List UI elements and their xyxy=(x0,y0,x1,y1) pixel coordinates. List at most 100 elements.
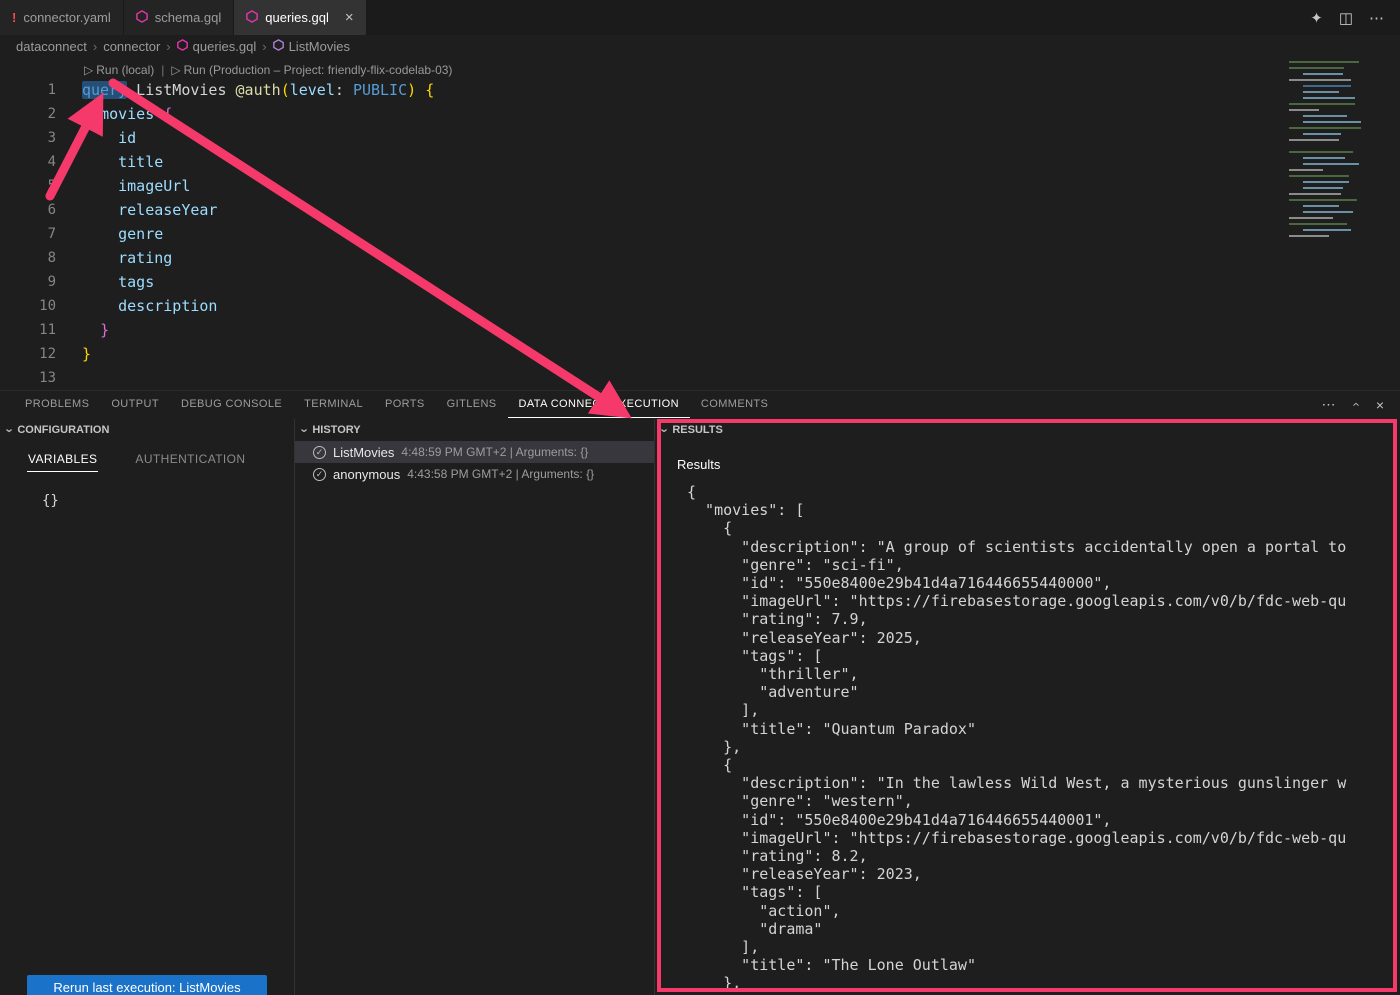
line-number: 3 xyxy=(0,126,56,150)
graphql-icon xyxy=(177,39,188,54)
chevron-down-icon: › xyxy=(659,428,672,432)
operation-symbol-icon xyxy=(273,39,284,54)
history-header[interactable]: › HISTORY xyxy=(295,419,654,441)
history-item-name: anonymous xyxy=(333,467,400,482)
chevron-down-icon: › xyxy=(299,428,312,432)
line-number: 2 xyxy=(0,102,56,126)
chevron-down-icon: › xyxy=(4,428,17,432)
code-line[interactable]: 2 movies { xyxy=(0,102,1400,126)
code-text: title xyxy=(82,150,163,174)
line-number: 7 xyxy=(0,222,56,246)
breadcrumb-queries-gql[interactable]: queries.gql xyxy=(177,39,257,54)
editor-tab-bar: ! connector.yaml schema.gql queries.gql … xyxy=(0,0,1400,35)
history-item-name: ListMovies xyxy=(333,445,394,460)
rerun-last-execution-button[interactable]: Rerun last execution: ListMovies xyxy=(27,975,267,995)
tab-label: connector.yaml xyxy=(23,10,110,25)
history-row-anonymous[interactable]: ✓ anonymous 4:43:58 PM GMT+2 | Arguments… xyxy=(295,463,654,485)
code-line[interactable]: 7 genre xyxy=(0,222,1400,246)
run-local-link[interactable]: ▷ Run (local) xyxy=(84,63,154,77)
breadcrumb-listmovies[interactable]: ListMovies xyxy=(273,39,350,54)
line-number: 5 xyxy=(0,174,56,198)
close-tab-icon[interactable]: × xyxy=(345,10,354,25)
code-text: genre xyxy=(82,222,163,246)
code-editor[interactable]: ▷ Run (local) | ▷ Run (Production – Proj… xyxy=(0,57,1400,390)
line-number: 8 xyxy=(0,246,56,270)
panel-tab-bar: PROBLEMS OUTPUT DEBUG CONSOLE TERMINAL P… xyxy=(0,391,1400,418)
tab-queries-gql[interactable]: queries.gql × xyxy=(234,0,366,35)
panel-tab-debug-console[interactable]: DEBUG CONSOLE xyxy=(170,392,293,417)
results-json-output[interactable]: { "movies": [ { "description": "A group … xyxy=(687,483,1400,993)
code-line[interactable]: 12} xyxy=(0,342,1400,366)
code-line[interactable]: 5 imageUrl xyxy=(0,174,1400,198)
configuration-section: › CONFIGURATION VARIABLES AUTHENTICATION… xyxy=(0,419,295,995)
code-text: movies { xyxy=(82,102,172,126)
history-item-meta: 4:43:58 PM GMT+2 | Arguments: {} xyxy=(407,467,594,481)
yaml-warning-icon: ! xyxy=(12,10,16,25)
close-panel-icon[interactable]: × xyxy=(1376,397,1384,413)
codelens: ▷ Run (local) | ▷ Run (Production – Proj… xyxy=(84,57,1400,78)
panel-tab-gitlens[interactable]: GITLENS xyxy=(436,392,508,417)
run-icon: ▷ xyxy=(171,63,180,77)
panel-tab-data-connect-execution[interactable]: DATA CONNECT EXECUTION xyxy=(508,392,690,418)
split-editor-icon[interactable]: ◫ xyxy=(1339,9,1353,27)
codelens-divider: | xyxy=(161,63,164,77)
line-number: 10 xyxy=(0,294,56,318)
configuration-header[interactable]: › CONFIGURATION xyxy=(0,419,294,441)
tab-label: schema.gql xyxy=(155,10,221,25)
code-text: rating xyxy=(82,246,172,270)
code-text: releaseYear xyxy=(82,198,217,222)
code-text: tags xyxy=(82,270,154,294)
panel-tab-problems[interactable]: PROBLEMS xyxy=(14,392,100,417)
tab-variables[interactable]: VARIABLES xyxy=(27,448,98,472)
tab-schema-gql[interactable]: schema.gql xyxy=(124,0,234,35)
line-number: 6 xyxy=(0,198,56,222)
line-number: 4 xyxy=(0,150,56,174)
code-text: imageUrl xyxy=(82,174,190,198)
code-text: query ListMovies @auth(level: PUBLIC) { xyxy=(82,78,434,102)
panel-tab-output[interactable]: OUTPUT xyxy=(100,392,170,417)
line-number: 1 xyxy=(0,78,56,102)
run-icon: ▷ xyxy=(84,63,93,77)
breadcrumb-separator: › xyxy=(93,39,97,54)
code-line[interactable]: 1 query ListMovies @auth(level: PUBLIC) { xyxy=(0,78,1400,102)
panel-tab-ports[interactable]: PORTS xyxy=(374,392,436,417)
code-line[interactable]: 10 description xyxy=(0,294,1400,318)
tab-connector-yaml[interactable]: ! connector.yaml xyxy=(0,0,124,35)
more-actions-icon[interactable]: ⋯ xyxy=(1321,396,1335,413)
code-line[interactable]: 11 } xyxy=(0,318,1400,342)
line-number: 13 xyxy=(0,366,56,390)
code-line[interactable]: 4 title xyxy=(0,150,1400,174)
breadcrumb-connector[interactable]: connector xyxy=(103,39,160,54)
results-header[interactable]: › RESULTS xyxy=(655,419,1400,441)
bottom-panel: PROBLEMS OUTPUT DEBUG CONSOLE TERMINAL P… xyxy=(0,390,1400,995)
editor-actions: ✦ ◫ ⋯ xyxy=(1294,0,1400,35)
tab-authentication[interactable]: AUTHENTICATION xyxy=(134,448,246,472)
graphql-icon xyxy=(246,10,258,26)
panel-tab-comments[interactable]: COMMENTS xyxy=(690,392,779,417)
graphql-icon xyxy=(136,10,148,26)
code-lines: 1 query ListMovies @auth(level: PUBLIC) {… xyxy=(0,78,1400,390)
code-text: } xyxy=(82,318,109,342)
breadcrumb-dataconnect[interactable]: dataconnect xyxy=(16,39,87,54)
panel-tab-terminal[interactable]: TERMINAL xyxy=(293,392,374,417)
more-actions-icon[interactable]: ⋯ xyxy=(1369,9,1384,27)
code-line[interactable]: 8 rating xyxy=(0,246,1400,270)
variables-editor[interactable]: {} xyxy=(42,493,294,509)
history-item-meta: 4:48:59 PM GMT+2 | Arguments: {} xyxy=(401,445,588,459)
maximize-panel-icon[interactable]: › xyxy=(1349,402,1362,406)
code-line[interactable]: 13 xyxy=(0,366,1400,390)
history-row-listmovies[interactable]: ✓ ListMovies 4:48:59 PM GMT+2 | Argument… xyxy=(295,441,654,463)
code-line[interactable]: 3 id xyxy=(0,126,1400,150)
code-line[interactable]: 9 tags xyxy=(0,270,1400,294)
code-line[interactable]: 6 releaseYear xyxy=(0,198,1400,222)
panel-actions: ⋯ › × xyxy=(1321,396,1400,413)
results-label: Results xyxy=(677,457,1400,472)
minimap[interactable] xyxy=(1283,57,1400,247)
results-section: › RESULTS Results { "movies": [ { "descr… xyxy=(655,419,1400,995)
check-circle-icon: ✓ xyxy=(313,446,326,459)
sparkle-icon[interactable]: ✦ xyxy=(1310,9,1323,27)
line-number: 9 xyxy=(0,270,56,294)
configuration-tabs: VARIABLES AUTHENTICATION xyxy=(0,448,294,472)
run-production-link[interactable]: ▷ Run (Production – Project: friendly-fl… xyxy=(171,63,452,77)
breadcrumb: dataconnect › connector › queries.gql › … xyxy=(0,35,1400,57)
